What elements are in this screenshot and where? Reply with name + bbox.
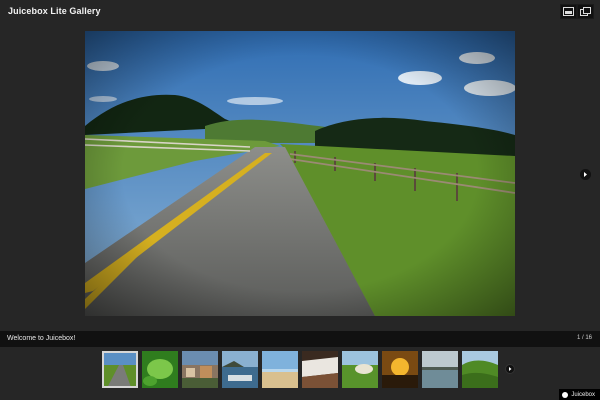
thumbnail-image	[222, 351, 258, 388]
expand-icon	[563, 7, 574, 16]
thumbnail-2[interactable]	[142, 351, 178, 388]
thumbnail-6[interactable]	[302, 351, 338, 388]
road-photo	[85, 31, 515, 316]
thumbnail-9[interactable]	[422, 351, 458, 388]
thumbnail-3[interactable]	[182, 351, 218, 388]
thumbnail-10[interactable]	[462, 351, 498, 388]
juicebox-brand-link[interactable]: Juicebox	[559, 389, 600, 400]
thumbnail-image	[342, 351, 378, 388]
thumbnail-image	[462, 351, 498, 388]
gallery-title: Juicebox Lite Gallery	[8, 6, 101, 16]
top-toolbar	[560, 4, 594, 19]
next-thumbnails-button[interactable]	[505, 364, 515, 374]
image-counter: 1 / 16	[576, 335, 592, 341]
thumbnail-8[interactable]	[382, 351, 418, 388]
brand-label: Juicebox	[571, 391, 595, 398]
thumbnail-image	[182, 351, 218, 388]
thumbnails-icon	[580, 7, 591, 16]
chevron-right-icon	[584, 172, 587, 177]
next-image-button[interactable]	[580, 169, 591, 180]
thumbnail-7[interactable]	[342, 351, 378, 388]
thumbnail-image	[262, 351, 298, 388]
image-caption: Welcome to Juicebox!	[7, 335, 76, 342]
thumbnail-4[interactable]	[222, 351, 258, 388]
expand-button[interactable]	[560, 4, 577, 19]
thumbnail-image	[302, 351, 338, 388]
main-image[interactable]	[85, 31, 515, 316]
chevron-right-icon	[509, 367, 512, 371]
juicebox-logo-icon	[562, 391, 569, 398]
gallery-app: Juicebox Lite Gallery Welcome to Juicebo…	[0, 0, 600, 400]
thumbnail-image	[422, 351, 458, 388]
thumbnail-image	[382, 351, 418, 388]
thumbnail-image	[142, 351, 178, 388]
caption-bar: Welcome to Juicebox! 1 / 16	[0, 331, 600, 347]
thumbnails-toggle-button[interactable]	[577, 4, 594, 19]
thumbnail-5[interactable]	[262, 351, 298, 388]
thumbnail-1[interactable]	[102, 351, 138, 388]
thumbnail-image	[104, 353, 136, 386]
